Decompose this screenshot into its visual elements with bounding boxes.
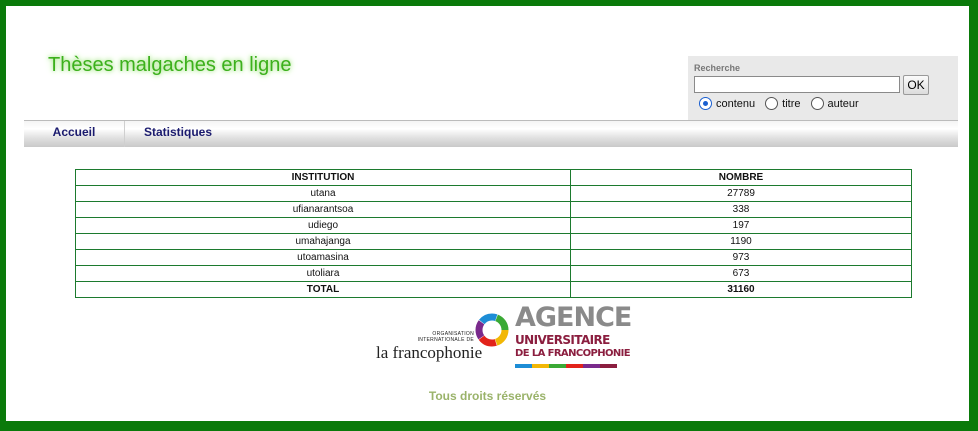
oif-ring-icon — [475, 313, 509, 347]
nav-item-statistiques[interactable]: Statistiques — [128, 121, 228, 147]
auf-logo-stripe — [515, 364, 617, 368]
column-header-institution: INSTITUTION — [75, 169, 571, 186]
count-cell: 27789 — [570, 185, 912, 202]
auf-logo[interactable]: AGENCE UNIVERSITAIRE DE LA FRANCOPHONIE — [513, 302, 632, 374]
main-nav: Accueil Statistiques — [24, 120, 958, 147]
institution-cell: umahajanga — [75, 233, 571, 250]
footer-copyright: Tous droits réservés — [428, 389, 547, 403]
count-cell: 1190 — [570, 233, 912, 250]
count-cell: 338 — [570, 201, 912, 218]
search-ok-button[interactable]: OK — [903, 75, 929, 95]
table-row: utoamasina 973 — [75, 249, 912, 266]
radio-titre-icon[interactable] — [765, 97, 779, 110]
table-row: utana 27789 — [75, 185, 912, 202]
total-count-cell: 31160 — [570, 281, 912, 298]
search-option-titre[interactable]: titre — [765, 97, 801, 110]
table-row: ufianarantsoa 338 — [75, 201, 912, 218]
oif-logo[interactable]: ORGANISATION INTERNATIONALE DE la franco… — [376, 308, 510, 364]
search-panel: Recherche OK contenu titre auteur — [688, 56, 958, 120]
site-title[interactable]: Thèses malgaches en ligne — [48, 54, 291, 77]
auf-logo-line1: AGENCE — [515, 302, 632, 333]
radio-contenu-icon[interactable] — [699, 97, 712, 110]
oif-logo-big-text: la francophonie — [376, 343, 483, 362]
institution-cell: utoamasina — [75, 249, 571, 266]
search-option-auteur[interactable]: auteur — [810, 97, 859, 110]
nav-divider — [124, 121, 125, 147]
count-cell: 197 — [570, 217, 912, 234]
search-option-label: titre — [782, 97, 801, 110]
institution-cell: utana — [75, 185, 571, 202]
oif-logo-small-text: ORGANISATION INTERNATIONALE DE — [417, 331, 474, 343]
page: Thèses malgaches en ligne Recherche OK c… — [6, 6, 969, 421]
search-scope-options: contenu titre auteur — [699, 97, 869, 110]
radio-auteur-icon[interactable] — [810, 97, 824, 110]
institution-cell: udiego — [75, 217, 571, 234]
table-header-row: INSTITUTION NOMBRE — [75, 169, 912, 186]
count-cell: 973 — [570, 249, 912, 266]
search-label: Recherche — [694, 63, 741, 73]
search-option-label: contenu — [716, 97, 756, 110]
search-input[interactable] — [694, 76, 900, 93]
table-row: umahajanga 1190 — [75, 233, 912, 250]
institution-cell: ufianarantsoa — [75, 201, 571, 218]
table-row: utoliara 673 — [75, 265, 912, 282]
column-header-nombre: NOMBRE — [570, 169, 912, 186]
nav-item-accueil[interactable]: Accueil — [24, 121, 124, 147]
search-option-contenu[interactable]: contenu — [699, 97, 755, 110]
table-total-row: TOTAL 31160 — [75, 281, 912, 298]
search-option-label: auteur — [827, 97, 859, 110]
total-label-cell: TOTAL — [75, 281, 571, 298]
auf-logo-line2: UNIVERSITAIRE — [515, 333, 610, 347]
table-row: udiego 197 — [75, 217, 912, 234]
stats-table: INSTITUTION NOMBRE utana 27789 ufianaran… — [75, 169, 912, 298]
auf-logo-line3: DE LA FRANCOPHONIE — [515, 348, 631, 359]
count-cell: 673 — [570, 265, 912, 282]
institution-cell: utoliara — [75, 265, 571, 282]
